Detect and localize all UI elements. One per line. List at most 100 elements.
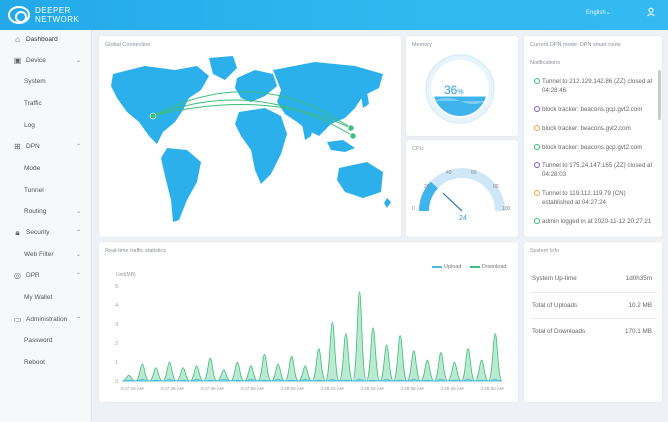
status-dot-icon: [534, 218, 540, 224]
lock-icon: 🔒︎: [15, 228, 20, 237]
notification-item[interactable]: Tunnel to 119.112.119.79 (CN) establishe…: [534, 189, 656, 207]
language-label: English: [586, 10, 606, 16]
cpu-value: 24: [459, 215, 467, 222]
sidebar-item-label: Password: [24, 337, 53, 344]
legend-upload-label: Upload: [444, 264, 462, 270]
status-dot-icon: [534, 106, 540, 112]
sidebar-item-label: Web Filter: [24, 251, 54, 258]
divider: [530, 292, 657, 293]
chevron-down-icon: ⌄: [605, 10, 611, 16]
panel-title: CPU: [412, 146, 424, 152]
user-icon[interactable]: [645, 7, 657, 19]
legend-download-swatch: [470, 265, 480, 268]
chevron-up-icon: ⌃: [75, 144, 81, 150]
top-header: DEEPER NETWORK English⌄: [0, 0, 668, 30]
notification-text: block tracker: beacons.gcp.gvt2.com: [542, 106, 643, 113]
sidebar-item-label: Tunnel: [24, 187, 44, 194]
sysinfo-value: 10.2 MB: [628, 302, 652, 309]
system-info-title: System Info: [530, 248, 560, 254]
chevron-down-icon: ⌄: [75, 209, 81, 215]
sysinfo-label: Total of Downloads: [532, 328, 586, 335]
sidebar-item-label: Reboot: [24, 359, 45, 366]
sidebar-item-security[interactable]: 🔒︎ Security ⌃: [0, 224, 92, 242]
sysinfo-label: System Up-time: [532, 275, 577, 282]
sidebar-item-tunnel[interactable]: Tunnel: [0, 182, 92, 200]
status-dot-icon: [534, 190, 540, 196]
dpn-icon: ⊞: [14, 142, 21, 151]
world-map: [111, 56, 391, 222]
sidebar-item-mode[interactable]: Mode: [0, 160, 92, 178]
status-dot-icon: [534, 162, 540, 168]
sidebar-item-log[interactable]: Log: [0, 117, 92, 135]
legend-download-label: Download: [482, 264, 507, 270]
notification-text: block tracker: beacons.gvt2.com: [542, 125, 631, 132]
notification-item[interactable]: block tracker: beacons.gcp.gvt2.com: [534, 143, 656, 152]
sidebar-item-password[interactable]: Password: [0, 332, 92, 350]
notification-item[interactable]: admin logged in at 2020-11-12 20:27:21: [534, 217, 656, 226]
sysinfo-downloads: Total of Downloads 170.1 MB: [532, 328, 652, 342]
legend-upload[interactable]: Upload: [432, 264, 461, 270]
sidebar-item-web-filter[interactable]: Web Filter ⌄: [0, 246, 92, 264]
language-selector[interactable]: English⌄: [586, 9, 611, 16]
notification-text: Tunnel to 119.112.119.79 (CN) establishe…: [542, 190, 626, 206]
memory-value-number: 36: [444, 83, 458, 97]
sidebar-item-dpr[interactable]: ◎ DPR ⌃: [0, 267, 92, 285]
notification-item[interactable]: Tunnel to 175.24.147.165 (ZZ) closed at …: [534, 161, 656, 179]
sidebar-item-my-wallet[interactable]: My Wallet: [0, 289, 92, 307]
panel-title: Memory: [412, 42, 432, 48]
monitor-icon: ▭: [13, 315, 22, 324]
global-connection-panel: Global Connection: [99, 36, 401, 237]
notification-item[interactable]: block tracker: beacons.gvt2.com: [534, 124, 656, 133]
memory-unit: %: [457, 89, 464, 96]
logo-line-2: NETWORK: [35, 15, 80, 24]
home-icon: ⌂: [15, 35, 20, 44]
sidebar-item-label: Administration: [26, 316, 68, 323]
notifications-title: Notifications: [530, 60, 560, 66]
sidebar-item-label: DPR: [26, 272, 40, 279]
cpu-panel: CPU: [406, 140, 518, 237]
sidebar-item-traffic[interactable]: Traffic: [0, 95, 92, 113]
sidebar-item-label: Device: [26, 57, 46, 64]
sidebar-item-label: System: [24, 78, 46, 85]
sidebar-item-routing[interactable]: Routing ⌄: [0, 203, 92, 221]
notification-text: Tunnel to 212.129.142.86 (ZZ) closed at …: [542, 78, 653, 94]
notification-item[interactable]: Tunnel to 212.129.142.86 (ZZ) closed at …: [534, 77, 656, 95]
sysinfo-value: 170.1 MB: [625, 328, 652, 335]
sidebar-item-dpn[interactable]: ⊞ DPN ⌃: [0, 138, 92, 156]
deeper-network-logo[interactable]: DEEPER NETWORK: [8, 4, 79, 26]
status-dot-icon: [534, 78, 540, 84]
sidebar-item-device[interactable]: ▣ Device ⌄: [0, 52, 92, 70]
sidebar-item-label: Log: [24, 122, 35, 129]
notification-text: admin logged in at 2020-11-12 20:27:21: [542, 218, 652, 225]
dpr-icon: ◎: [14, 271, 21, 280]
chevron-up-icon: ⌃: [75, 273, 81, 279]
sidebar-item-system[interactable]: System: [0, 73, 92, 91]
logo-mark-icon: [8, 6, 30, 24]
notifications-scrollbar[interactable]: [658, 70, 661, 120]
legend-download[interactable]: Download: [470, 264, 506, 270]
chevron-up-icon: ⌃: [75, 317, 81, 323]
dpn-mode-text: Current DPN mode: DPN smart route: [530, 42, 621, 48]
sidebar-item-administration[interactable]: ▭ Administration ⌃: [0, 311, 92, 329]
status-dot-icon: [534, 144, 540, 150]
divider: [530, 318, 657, 319]
traffic-title: Real-time traffic statistics: [105, 248, 167, 254]
status-dot-icon: [534, 125, 540, 131]
sidebar-item-dashboard[interactable]: ⌂ Dashboard: [0, 31, 92, 49]
notification-text: Tunnel to 175.24.147.165 (ZZ) closed at …: [542, 162, 653, 178]
device-icon: ▣: [13, 56, 22, 65]
sidebar: ⌂ Dashboard ▣ Device ⌄ System Traffic Lo…: [0, 30, 92, 422]
sidebar-item-label: Security: [26, 229, 50, 236]
notification-item[interactable]: block tracker: beacons.gcp.gvt2.com: [534, 105, 656, 114]
system-info-panel: System Info: [524, 242, 662, 402]
sysinfo-value: 1d0h35m: [625, 275, 652, 282]
sidebar-item-label: DPN: [26, 143, 40, 150]
sidebar-item-label: Mode: [24, 165, 41, 172]
logo-line-1: DEEPER: [35, 6, 71, 15]
y-axis-unit: Unit(MB): [116, 272, 136, 278]
sidebar-item-reboot[interactable]: Reboot: [0, 354, 92, 372]
sysinfo-label: Total of Uploads: [532, 302, 578, 309]
sysinfo-uptime: System Up-time 1d0h35m: [532, 275, 652, 289]
sysinfo-uploads: Total of Uploads 10.2 MB: [532, 302, 652, 316]
memory-value: 36%: [444, 83, 464, 97]
